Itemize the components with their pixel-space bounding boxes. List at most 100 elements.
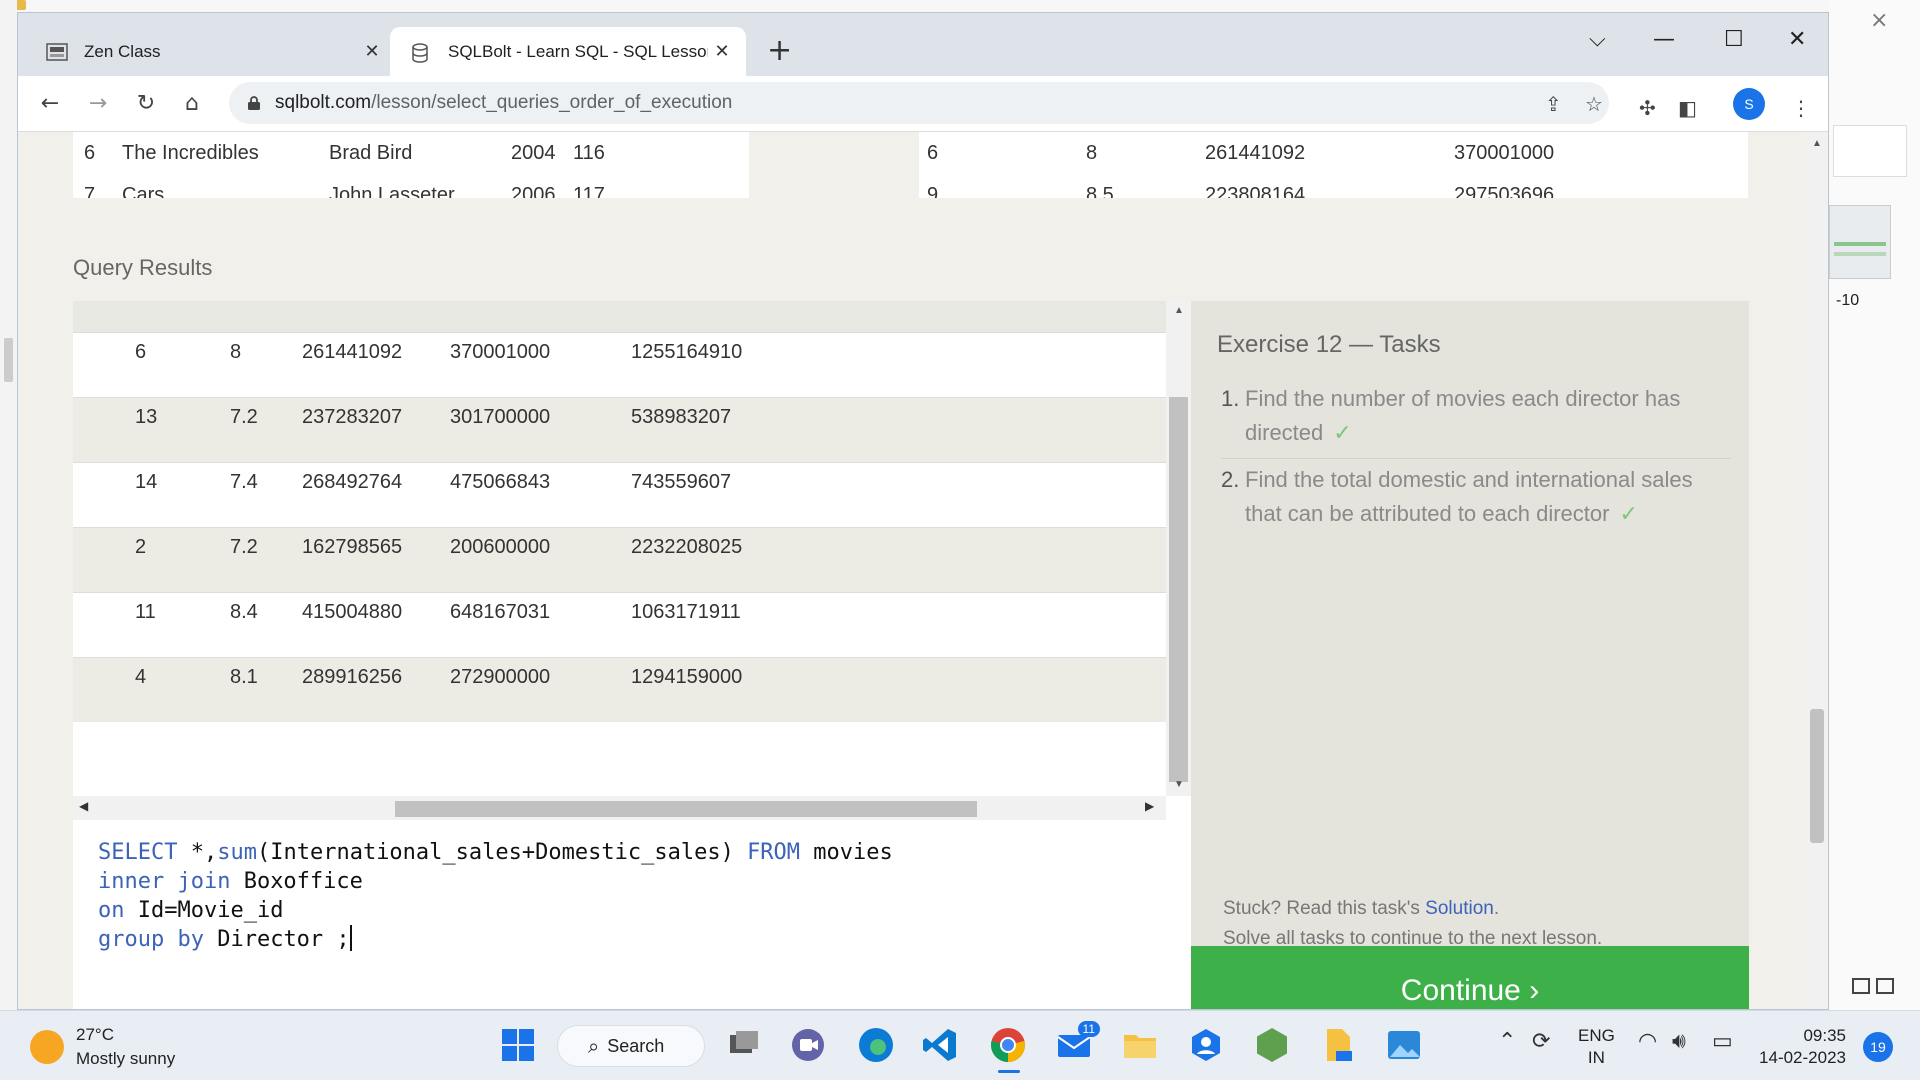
edge-browser-icon[interactable] xyxy=(856,1025,896,1065)
tab-close-icon[interactable]: ✕ xyxy=(358,41,386,62)
language-indicator[interactable]: ENG IN xyxy=(1578,1025,1615,1069)
continue-button[interactable]: Continue › xyxy=(1191,946,1749,1009)
scroll-down-icon[interactable]: ▼ xyxy=(1174,779,1184,790)
vscode-icon[interactable] xyxy=(920,1025,960,1065)
page-scrollbar[interactable]: ▲ xyxy=(1806,132,1828,1009)
mail-icon[interactable]: 11 xyxy=(1054,1021,1100,1065)
account-app-icon[interactable] xyxy=(1186,1025,1226,1065)
cell-rating: 8 xyxy=(1086,141,1098,164)
desktop-close-icon[interactable]: × xyxy=(1870,8,1888,33)
new-tab-icon[interactable]: + xyxy=(767,36,792,66)
minimize-icon[interactable]: — xyxy=(1653,27,1675,52)
notification-badge[interactable]: 19 xyxy=(1863,1032,1893,1062)
scrollbar-thumb[interactable] xyxy=(1169,397,1188,782)
document-icon[interactable] xyxy=(1318,1025,1358,1065)
table-row: 6 The Incredibles Brad Bird 2004 116 xyxy=(73,132,749,174)
photos-icon[interactable] xyxy=(1384,1025,1424,1065)
query-results-table: 6 8 261441092 370001000 1255164910 13 7.2 23728… xyxy=(73,301,1191,820)
table-row: 9 8.5 223808164 297503696 xyxy=(919,174,1748,199)
table-cell: 1063171911 xyxy=(631,601,741,623)
wifi-icon[interactable]: ◠ xyxy=(1638,1029,1657,1054)
window-close-icon[interactable]: ✕ xyxy=(1788,27,1806,52)
browser-window: Zen Class ✕ SQLBolt - Learn SQL - SQL Le… xyxy=(17,12,1829,1010)
desktop-view-icons[interactable] xyxy=(1852,978,1912,1002)
cell-movie-id: 6 xyxy=(927,141,939,164)
share-icon[interactable]: ⇪ xyxy=(1545,92,1562,116)
task-view-icon[interactable] xyxy=(724,1025,764,1065)
table-cell: 8.4 xyxy=(230,601,258,623)
solution-link[interactable]: Solution xyxy=(1425,898,1494,919)
sync-icon[interactable]: ⟳ xyxy=(1532,1029,1550,1054)
table-cell: 2 xyxy=(135,536,147,558)
tab-zen-class[interactable]: Zen Class ✕ xyxy=(28,27,396,76)
table-cell: 7.4 xyxy=(230,471,258,493)
active-app-indicator xyxy=(998,1070,1020,1073)
sql-keyword: on xyxy=(98,898,125,923)
address-bar[interactable]: sqlbolt.com/lesson/select_queries_order_… xyxy=(229,82,1609,124)
profile-avatar[interactable]: S xyxy=(1733,88,1765,120)
battery-icon[interactable]: ▭ xyxy=(1712,1029,1733,1054)
volume-icon[interactable]: 🔊︎ xyxy=(1672,1029,1686,1054)
scroll-up-icon[interactable]: ▲ xyxy=(1174,305,1184,316)
tab-strip: Zen Class ✕ SQLBolt - Learn SQL - SQL Le… xyxy=(18,13,1828,76)
results-vertical-scrollbar[interactable]: ▲ ▼ xyxy=(1166,301,1191,796)
table-cell: 7.2 xyxy=(230,406,258,428)
table-cell: 261441092 xyxy=(302,341,403,363)
chrome-icon[interactable] xyxy=(988,1025,1028,1073)
tab-search-chevron-icon[interactable]: ⌵ xyxy=(1589,27,1606,52)
cell-title: Cars xyxy=(122,183,165,199)
cell-length: 116 xyxy=(573,141,605,164)
table-cell: 13 xyxy=(135,406,158,428)
table-cell: 301700000 xyxy=(450,406,551,428)
results-horizontal-scrollbar[interactable]: ◀ ▶ xyxy=(73,796,1166,820)
table-row: 2 7.2 162798565 200600000 2232208025 xyxy=(73,527,1166,592)
sql-text: (International_sales+Domestic_sales) xyxy=(256,840,748,865)
desktop-window-edge xyxy=(4,338,13,382)
stuck-text-end: . xyxy=(1493,898,1500,919)
url-path: /lesson/select_queries_order_of_executio… xyxy=(371,92,733,113)
table-cell: 743559607 xyxy=(631,471,732,493)
scrollbar-thumb[interactable] xyxy=(395,801,977,817)
show-hidden-icons-chevron-icon[interactable]: ⌃ xyxy=(1498,1029,1516,1054)
tab-sqlbolt[interactable]: SQLBolt - Learn SQL - SQL Lesson ✕ xyxy=(390,27,746,76)
taskbar-search[interactable]: ⌕ Search xyxy=(557,1025,705,1067)
table-row: 14 7.4 268492764 475066843 743559607 xyxy=(73,462,1166,527)
weather-widget[interactable]: 27°C Mostly sunny xyxy=(30,1023,175,1071)
table-cell: 2232208025 xyxy=(631,536,743,558)
home-icon[interactable]: ⌂ xyxy=(174,85,210,121)
sql-editor[interactable]: SELECT *,sum(International_sales+Domesti… xyxy=(73,820,1191,1009)
tab-close-icon[interactable]: ✕ xyxy=(708,41,736,62)
extensions-puzzle-icon[interactable]: ✣ xyxy=(1639,96,1656,120)
side-panel-icon[interactable]: ◧ xyxy=(1678,96,1697,120)
reload-icon[interactable]: ↻ xyxy=(128,85,164,121)
clock[interactable]: 09:35 14-02-2023 xyxy=(1754,1025,1846,1069)
tab-label: SQLBolt - Learn SQL - SQL Lesson xyxy=(448,41,708,61)
scroll-left-icon[interactable]: ◀ xyxy=(79,799,88,813)
maximize-icon[interactable]: ☐ xyxy=(1724,27,1744,52)
scrollbar-thumb[interactable] xyxy=(1810,709,1824,843)
teams-chat-icon[interactable] xyxy=(788,1025,828,1065)
forward-icon[interactable]: → xyxy=(80,85,116,121)
back-icon[interactable]: ← xyxy=(32,85,68,121)
editor-line: on Id=Movie_id xyxy=(98,896,1191,925)
task-number: 2. xyxy=(1221,467,1240,492)
lock-icon[interactable] xyxy=(247,95,261,111)
editor-line: inner join Boxoffice xyxy=(98,867,1191,896)
clock-date: 14-02-2023 xyxy=(1759,1048,1846,1067)
bookmark-star-icon[interactable]: ☆ xyxy=(1585,92,1603,116)
scroll-right-icon[interactable]: ▶ xyxy=(1145,799,1154,813)
menu-kebab-icon[interactable]: ⋮ xyxy=(1791,96,1811,120)
sqlbolt-page: 6 The Incredibles Brad Bird 2004 116 7 C… xyxy=(18,132,1828,1009)
cell-year: 2006 xyxy=(511,183,556,199)
file-explorer-icon[interactable] xyxy=(1120,1025,1160,1065)
windows-start-icon[interactable] xyxy=(498,1025,538,1065)
table-cell: 272900000 xyxy=(450,666,551,688)
sun-icon xyxy=(30,1030,64,1064)
desktop-thumbnail[interactable] xyxy=(1829,205,1891,279)
cell-year: 2004 xyxy=(511,141,556,164)
query-results-heading: Query Results xyxy=(73,255,213,280)
node-hexagon-icon[interactable] xyxy=(1252,1025,1292,1065)
cell-domestic-sales: 223808164 xyxy=(1205,183,1306,199)
search-label: Search xyxy=(607,1035,665,1056)
scroll-up-icon[interactable]: ▲ xyxy=(1812,138,1822,149)
